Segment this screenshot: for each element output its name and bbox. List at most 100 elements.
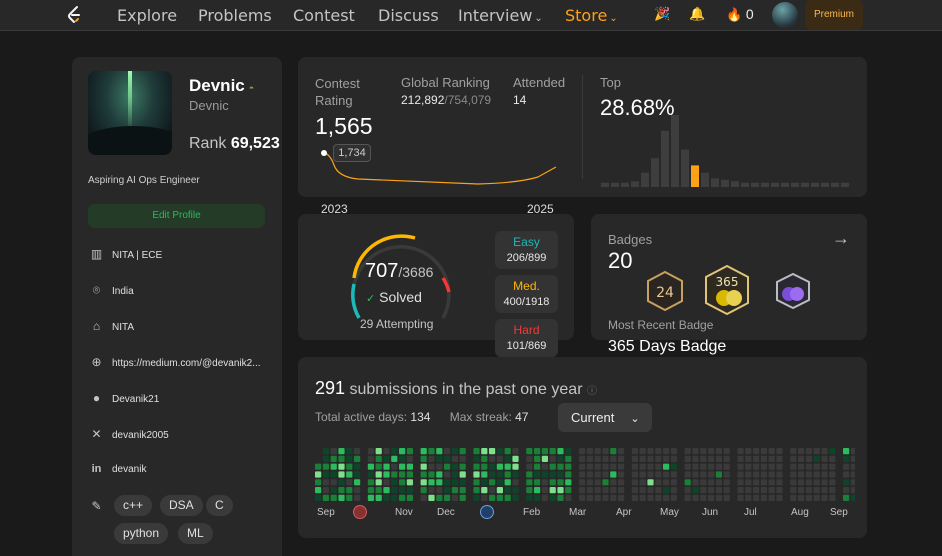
bell-icon[interactable]: 🔔: [689, 6, 705, 22]
histogram-bar: [651, 158, 659, 187]
heatmap-cell: [399, 448, 406, 455]
solved-count: 707/3686: [365, 260, 434, 282]
heatmap-cell: [579, 471, 586, 478]
heatmap-cell: [420, 471, 427, 478]
hard-stat[interactable]: Hard 101/869: [495, 319, 558, 357]
heatmap-cell: [850, 471, 855, 478]
heatmap-cell: [708, 471, 715, 478]
heatmap-cell: [367, 471, 374, 478]
heatmap-cell: [383, 455, 390, 462]
info-github[interactable]: ● Devanik21: [88, 391, 159, 405]
heatmap-cell: [753, 487, 760, 494]
info-icon[interactable]: ⓘ: [587, 386, 597, 397]
heatmap-cell: [346, 471, 353, 478]
chevron-down-icon: ⌄: [609, 13, 618, 24]
heatmap-cell: [760, 448, 767, 455]
nav-contest[interactable]: Contest: [293, 6, 355, 25]
nav-store[interactable]: Store ⌄: [565, 6, 618, 25]
heatmap-cell: [647, 455, 654, 462]
heatmap-cell: [760, 479, 767, 486]
badge-2024-icon[interactable]: 24: [645, 270, 685, 312]
badge-365-days-icon[interactable]: 365: [702, 264, 752, 316]
nav-discuss[interactable]: Discuss: [378, 6, 439, 25]
heatmap-cell: [428, 487, 435, 494]
heatmap-cell: [663, 448, 670, 455]
info-linkedin[interactable]: in devanik: [88, 463, 147, 475]
heatmap-cell: [420, 479, 427, 486]
heatmap-cell: [737, 471, 744, 478]
medium-stat[interactable]: Med. 400/1918: [495, 275, 558, 313]
nav-interview[interactable]: Interview ⌄: [458, 6, 543, 25]
skill-tag[interactable]: DSA: [160, 495, 203, 516]
heatmap-cell: [579, 448, 586, 455]
heatmap-cell: [663, 494, 670, 501]
heatmap-cell: [549, 463, 556, 470]
heatmap-cell: [805, 448, 812, 455]
heatmap-cell: [829, 479, 836, 486]
heatmap-cell: [526, 448, 533, 455]
edit-profile-button[interactable]: Edit Profile: [88, 204, 265, 228]
heatmap-cell: [639, 487, 646, 494]
heatmap-cell: [428, 494, 435, 501]
heatmap-cell: [655, 455, 662, 462]
heatmap-cell: [843, 487, 850, 494]
arrow-right-icon[interactable]: →: [832, 228, 850, 249]
heatmap-cell: [504, 479, 511, 486]
heatmap-cell: [821, 479, 828, 486]
heatmap-cell: [829, 455, 836, 462]
rating-point: [321, 150, 327, 156]
party-icon[interactable]: 🎉: [654, 6, 670, 22]
heatmap-cell: [322, 455, 329, 462]
heatmap-cell: [708, 463, 715, 470]
fire-streak[interactable]: 🔥 0: [726, 6, 754, 23]
heatmap-cell: [330, 448, 337, 455]
skill-tag[interactable]: C: [206, 495, 233, 516]
heatmap-cell: [541, 471, 548, 478]
heatmap-cell: [829, 463, 836, 470]
heatmap-cell: [586, 471, 593, 478]
chevron-down-icon: ⌄: [630, 413, 640, 425]
heatmap-cell: [383, 448, 390, 455]
heatmap-cell: [451, 455, 458, 462]
heatmap-cell: [367, 463, 374, 470]
histogram-bar: [811, 182, 819, 187]
nav-explore[interactable]: Explore: [117, 6, 177, 25]
heatmap-cell: [602, 471, 609, 478]
nav-avatar[interactable]: [772, 2, 798, 28]
heatmap-cell: [526, 463, 533, 470]
heatmap-cell: [663, 487, 670, 494]
heatmap-cell: [737, 479, 744, 486]
nav-problems[interactable]: Problems: [198, 6, 272, 25]
skill-tag[interactable]: python: [114, 523, 169, 544]
heatmap-cell: [843, 494, 850, 501]
heatmap-cell: [631, 494, 638, 501]
heatmap-cell: [776, 455, 783, 462]
histogram-bar: [781, 182, 789, 187]
heatmap-cell: [436, 471, 443, 478]
profile-avatar[interactable]: [88, 71, 172, 155]
heatmap-cell: [444, 494, 451, 501]
badge-purple-icon[interactable]: [775, 272, 811, 310]
contest-icon: [353, 505, 367, 519]
skill-tag[interactable]: c++: [114, 495, 153, 516]
heatmap-cell: [610, 487, 617, 494]
heatmap-cell: [760, 487, 767, 494]
heatmap-cell: [557, 455, 564, 462]
heatmap-cell: [692, 487, 699, 494]
info-website[interactable]: ⊕ https://medium.com/@devanik2...: [88, 355, 260, 369]
heatmap-cell: [579, 455, 586, 462]
leetcode-logo-icon[interactable]: [66, 5, 84, 25]
premium-button[interactable]: Premium: [805, 0, 863, 30]
svg-text:24: 24: [656, 285, 674, 301]
skill-tag[interactable]: ML: [178, 523, 213, 544]
heatmap-cell: [330, 494, 337, 501]
info-twitter[interactable]: ✕ devanik2005: [88, 427, 168, 441]
year-select-dropdown[interactable]: Current ⌄: [558, 403, 652, 432]
easy-stat[interactable]: Easy 206/899: [495, 231, 558, 269]
heatmap-cell: [375, 487, 382, 494]
heatmap-cell: [406, 463, 413, 470]
heatmap-cell: [406, 494, 413, 501]
heatmap-cell: [481, 471, 488, 478]
heatmap-cell: [489, 471, 496, 478]
heatmap-cell: [481, 487, 488, 494]
